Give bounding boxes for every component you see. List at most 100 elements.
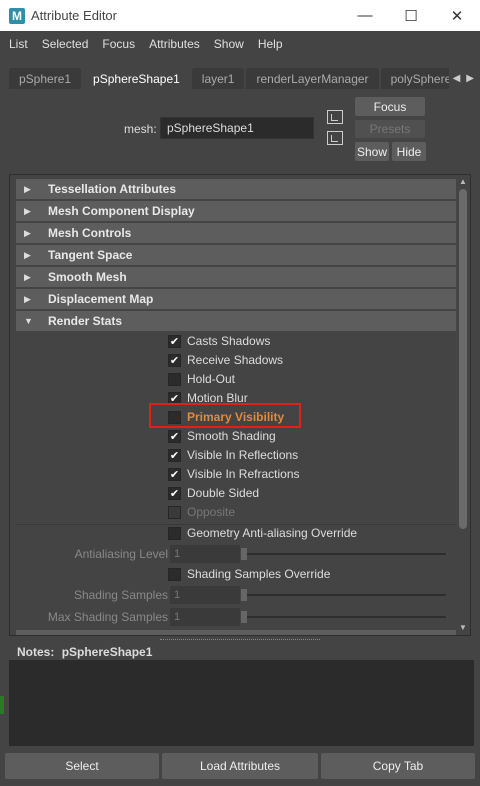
resize-handle[interactable] xyxy=(160,639,320,641)
collapsed-arrow-icon: ▶ xyxy=(24,205,31,216)
double-sided-row[interactable]: ✔ Double Sided xyxy=(168,484,259,502)
menu-focus[interactable]: Focus xyxy=(100,37,137,51)
tab-right-arrow-icon[interactable]: ▶ xyxy=(466,73,474,84)
mesh-label: mesh: xyxy=(124,122,157,136)
checkbox-label: Casts Shadows xyxy=(187,334,271,348)
collapsed-arrow-icon: ▶ xyxy=(24,227,31,238)
smooth-shading-row[interactable]: ✔ Smooth Shading xyxy=(168,427,276,445)
shading-samples-override-checkbox[interactable] xyxy=(168,567,181,581)
antialiasing-level-slider xyxy=(246,553,446,555)
visible-in-reflections-row[interactable]: ✔ Visible In Reflections xyxy=(168,446,298,464)
copy-tab-button[interactable]: Copy Tab xyxy=(321,753,475,779)
section-label: Smooth Mesh xyxy=(48,270,127,284)
hold-out-row[interactable]: Hold-Out xyxy=(168,370,235,388)
collapsed-arrow-icon: ▶ xyxy=(24,271,31,282)
hide-button[interactable]: Hide xyxy=(392,142,426,161)
shading-samples-slider xyxy=(246,594,446,596)
window-controls: — ☐ ✕ xyxy=(342,0,480,31)
casts-shadows-row[interactable]: ✔ Casts Shadows xyxy=(168,332,270,350)
mesh-name-field[interactable]: pSphereShape1 xyxy=(160,117,314,139)
highlight-annotation-box xyxy=(149,403,301,428)
maya-app-icon: M xyxy=(9,7,25,24)
collapsed-arrow-icon: ▶ xyxy=(24,249,31,260)
tab-scroll-arrows: ◀ ▶ xyxy=(448,68,474,89)
notes-title: Notes: xyxy=(17,645,55,659)
max-shading-samples-label: Max Shading Samples xyxy=(47,610,168,624)
menu-list[interactable]: List xyxy=(7,37,30,51)
checkbox-label: Shading Samples Override xyxy=(187,567,331,581)
antialiasing-level-label: Antialiasing Level xyxy=(74,547,168,561)
left-edge-accent xyxy=(0,696,4,714)
scroll-up-arrow-icon[interactable]: ▲ xyxy=(458,177,468,187)
section-next-partial[interactable] xyxy=(16,630,456,635)
section-smooth-mesh[interactable]: ▶ Smooth Mesh xyxy=(16,267,456,287)
checkbox-label: Visible In Reflections xyxy=(187,448,299,462)
section-label: Render Stats xyxy=(48,314,123,328)
tab-renderlayermanager[interactable]: renderLayerManager xyxy=(246,68,379,89)
expanded-arrow-icon: ▼ xyxy=(24,316,33,326)
section-label: Tangent Space xyxy=(48,248,133,262)
double-sided-checkbox[interactable]: ✔ xyxy=(168,486,181,500)
checkbox-label: Geometry Anti-aliasing Override xyxy=(187,526,358,540)
notes-object-name: pSphereShape1 xyxy=(61,645,153,659)
receive-shadows-checkbox[interactable]: ✔ xyxy=(168,353,181,367)
section-label: Tessellation Attributes xyxy=(48,182,177,196)
show-button[interactable]: Show xyxy=(355,142,389,161)
select-button[interactable]: Select xyxy=(5,753,159,779)
tab-left-arrow-icon[interactable]: ◀ xyxy=(453,73,461,84)
tab-psphere1[interactable]: pSphere1 xyxy=(9,68,82,89)
casts-shadows-checkbox[interactable]: ✔ xyxy=(168,334,181,348)
notes-textarea[interactable] xyxy=(9,660,474,746)
section-tangent-space[interactable]: ▶ Tangent Space xyxy=(16,245,456,265)
receive-shadows-row[interactable]: ✔ Receive Shadows xyxy=(168,351,283,369)
menu-attributes[interactable]: Attributes xyxy=(147,37,202,51)
input-connection-icon[interactable] xyxy=(327,110,343,124)
section-mesh-controls[interactable]: ▶ Mesh Controls xyxy=(16,223,456,243)
close-button[interactable]: ✕ xyxy=(434,0,480,31)
attribute-scroll-area[interactable]: ▶ Tessellation Attributes ▶ Mesh Compone… xyxy=(9,174,471,636)
section-mesh-component-display[interactable]: ▶ Mesh Component Display xyxy=(16,201,456,221)
max-shading-samples-field: 1 xyxy=(170,608,240,626)
section-displacement-map[interactable]: ▶ Displacement Map xyxy=(16,289,456,309)
shading-samples-field: 1 xyxy=(170,586,240,604)
section-render-stats[interactable]: ▼ Render Stats xyxy=(16,311,456,331)
hold-out-checkbox[interactable] xyxy=(168,372,181,386)
visible-in-reflections-checkbox[interactable]: ✔ xyxy=(168,448,181,462)
focus-button[interactable]: Focus xyxy=(355,97,425,116)
menu-show[interactable]: Show xyxy=(212,37,246,51)
opposite-checkbox xyxy=(168,505,181,519)
shading-samples-override-row[interactable]: Shading Samples Override xyxy=(168,565,330,583)
section-label: Mesh Component Display xyxy=(48,204,195,218)
vertical-scrollbar[interactable]: ▲ ▼ xyxy=(458,177,468,633)
tab-psphereshape1[interactable]: pSphereShape1 xyxy=(83,68,190,89)
window-title: Attribute Editor xyxy=(31,8,117,23)
menu-help[interactable]: Help xyxy=(256,37,285,51)
checkbox-label: Double Sided xyxy=(187,486,260,500)
checkbox-label: Opposite xyxy=(187,505,236,519)
visible-in-refractions-row[interactable]: ✔ Visible In Refractions xyxy=(168,465,300,483)
visible-in-refractions-checkbox[interactable]: ✔ xyxy=(168,467,181,481)
antialiasing-slider-handle xyxy=(241,548,247,560)
title-bar: M Attribute Editor — ☐ ✕ xyxy=(0,0,480,31)
maximize-button[interactable]: ☐ xyxy=(388,0,434,31)
checkbox-label: Smooth Shading xyxy=(187,429,276,443)
shading-samples-label: Shading Samples xyxy=(73,588,168,602)
geometry-aa-override-row[interactable]: Geometry Anti-aliasing Override xyxy=(168,524,357,542)
output-connection-icon[interactable] xyxy=(327,131,343,145)
checkbox-label: Receive Shadows xyxy=(187,353,284,367)
smooth-shading-checkbox[interactable]: ✔ xyxy=(168,429,181,443)
collapsed-arrow-icon: ▶ xyxy=(24,293,31,304)
load-attributes-button[interactable]: Load Attributes xyxy=(162,753,318,779)
minimize-button[interactable]: — xyxy=(342,0,388,31)
section-tessellation-attributes[interactable]: ▶ Tessellation Attributes xyxy=(16,179,456,199)
tab-layer1[interactable]: layer1 xyxy=(191,68,245,89)
geometry-aa-override-checkbox[interactable] xyxy=(168,526,181,540)
max-shading-samples-slider xyxy=(246,616,446,618)
menu-bar: List Selected Focus Attributes Show Help xyxy=(0,31,480,56)
opposite-row: Opposite xyxy=(168,503,235,521)
scrollbar-thumb[interactable] xyxy=(459,189,467,529)
scroll-down-arrow-icon[interactable]: ▼ xyxy=(458,623,468,633)
presets-button[interactable]: Presets xyxy=(355,120,425,138)
menu-selected[interactable]: Selected xyxy=(40,37,91,51)
shading-samples-slider-handle xyxy=(241,589,247,601)
